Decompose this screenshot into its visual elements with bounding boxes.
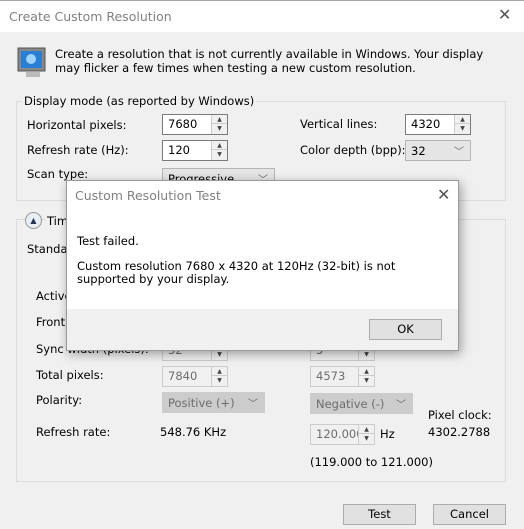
display-mode-label: Display mode (as reported by Windows) bbox=[22, 94, 257, 108]
polarity-v-select[interactable]: Negative (-) ﹀ bbox=[310, 393, 413, 414]
value: 4573 bbox=[316, 369, 346, 383]
spinner[interactable]: ▲▼ bbox=[358, 425, 374, 444]
value: Negative (-) bbox=[316, 397, 385, 411]
monitor-icon bbox=[17, 47, 46, 77]
collapse-toggle-icon[interactable]: ▲ bbox=[25, 212, 42, 229]
value: 120.000 bbox=[316, 427, 364, 441]
refresh-khz-value: 548.76 KHz bbox=[160, 425, 227, 439]
refresh-rate-input[interactable]: 120 ▲ ▼ bbox=[162, 140, 228, 161]
ok-button[interactable]: OK bbox=[369, 319, 442, 340]
spinner[interactable]: ▲▼ bbox=[211, 141, 227, 160]
spinner[interactable]: ▲▼ bbox=[211, 367, 227, 386]
spinner[interactable]: ▲▼ bbox=[454, 115, 470, 134]
scan-type-label: Scan type: bbox=[27, 167, 89, 181]
refresh-hz-input[interactable]: 120.000 ▲ ▼ bbox=[310, 424, 375, 445]
total-h-input[interactable]: 7840 ▲ ▼ bbox=[162, 366, 228, 387]
color-depth-select[interactable]: 32 ﹀ bbox=[405, 140, 471, 161]
front-label: Front bbox=[36, 315, 66, 329]
test-result-dialog: Custom Resolution Test ✕ Test failed. Cu… bbox=[66, 180, 459, 351]
total-pixels-label: Total pixels: bbox=[36, 368, 104, 382]
value: 4320 bbox=[411, 117, 441, 131]
intro-text: Create a resolution that is not currentl… bbox=[55, 47, 484, 75]
value: Positive (+) bbox=[168, 396, 235, 410]
value: 7680 bbox=[168, 117, 198, 131]
window-title: Create Custom Resolution bbox=[9, 9, 172, 24]
color-depth-label: Color depth (bpp): bbox=[300, 143, 406, 157]
horizontal-label: Horizontal pixels: bbox=[27, 118, 127, 132]
spinner[interactable]: ▲▼ bbox=[211, 115, 227, 134]
spinner[interactable]: ▲▼ bbox=[358, 367, 374, 386]
pixel-clock-label: Pixel clock: bbox=[428, 408, 492, 422]
refresh-label: Refresh rate (Hz): bbox=[27, 143, 129, 157]
dialog-message: Custom resolution 7680 x 4320 at 120Hz (… bbox=[77, 259, 396, 286]
hz-unit: Hz bbox=[380, 427, 395, 441]
horizontal-pixels-input[interactable]: 7680 ▲ ▼ bbox=[162, 114, 228, 135]
chevron-down-icon: ﹀ bbox=[454, 147, 464, 158]
chevron-down-icon: ﹀ bbox=[396, 400, 406, 411]
value: 32 bbox=[411, 144, 426, 158]
polarity-label: Polarity: bbox=[36, 393, 83, 407]
refresh-rate-label: Refresh rate: bbox=[36, 425, 111, 439]
dialog-title: Custom Resolution Test bbox=[75, 188, 221, 203]
total-v-input[interactable]: 4573 ▲ ▼ bbox=[310, 366, 375, 387]
vertical-lines-input[interactable]: 4320 ▲ ▼ bbox=[405, 114, 471, 135]
chevron-down-icon: ﹀ bbox=[248, 399, 258, 410]
title-bar: Create Custom Resolution ✕ bbox=[0, 0, 524, 32]
pixel-clock-value: 4302.2788 bbox=[428, 425, 491, 439]
close-icon[interactable]: ✕ bbox=[498, 7, 511, 23]
close-icon[interactable]: ✕ bbox=[437, 187, 450, 203]
test-button[interactable]: Test bbox=[343, 504, 416, 525]
dialog-footer: OK bbox=[67, 309, 458, 350]
dialog-message-title: Test failed. bbox=[77, 234, 139, 248]
value: 120 bbox=[168, 143, 190, 157]
refresh-range: (119.000 to 121.000) bbox=[310, 455, 433, 469]
polarity-h-select[interactable]: Positive (+) ﹀ bbox=[162, 392, 265, 413]
value: 7840 bbox=[168, 369, 198, 383]
vertical-label: Vertical lines: bbox=[300, 117, 378, 131]
cancel-button[interactable]: Cancel bbox=[433, 504, 506, 525]
